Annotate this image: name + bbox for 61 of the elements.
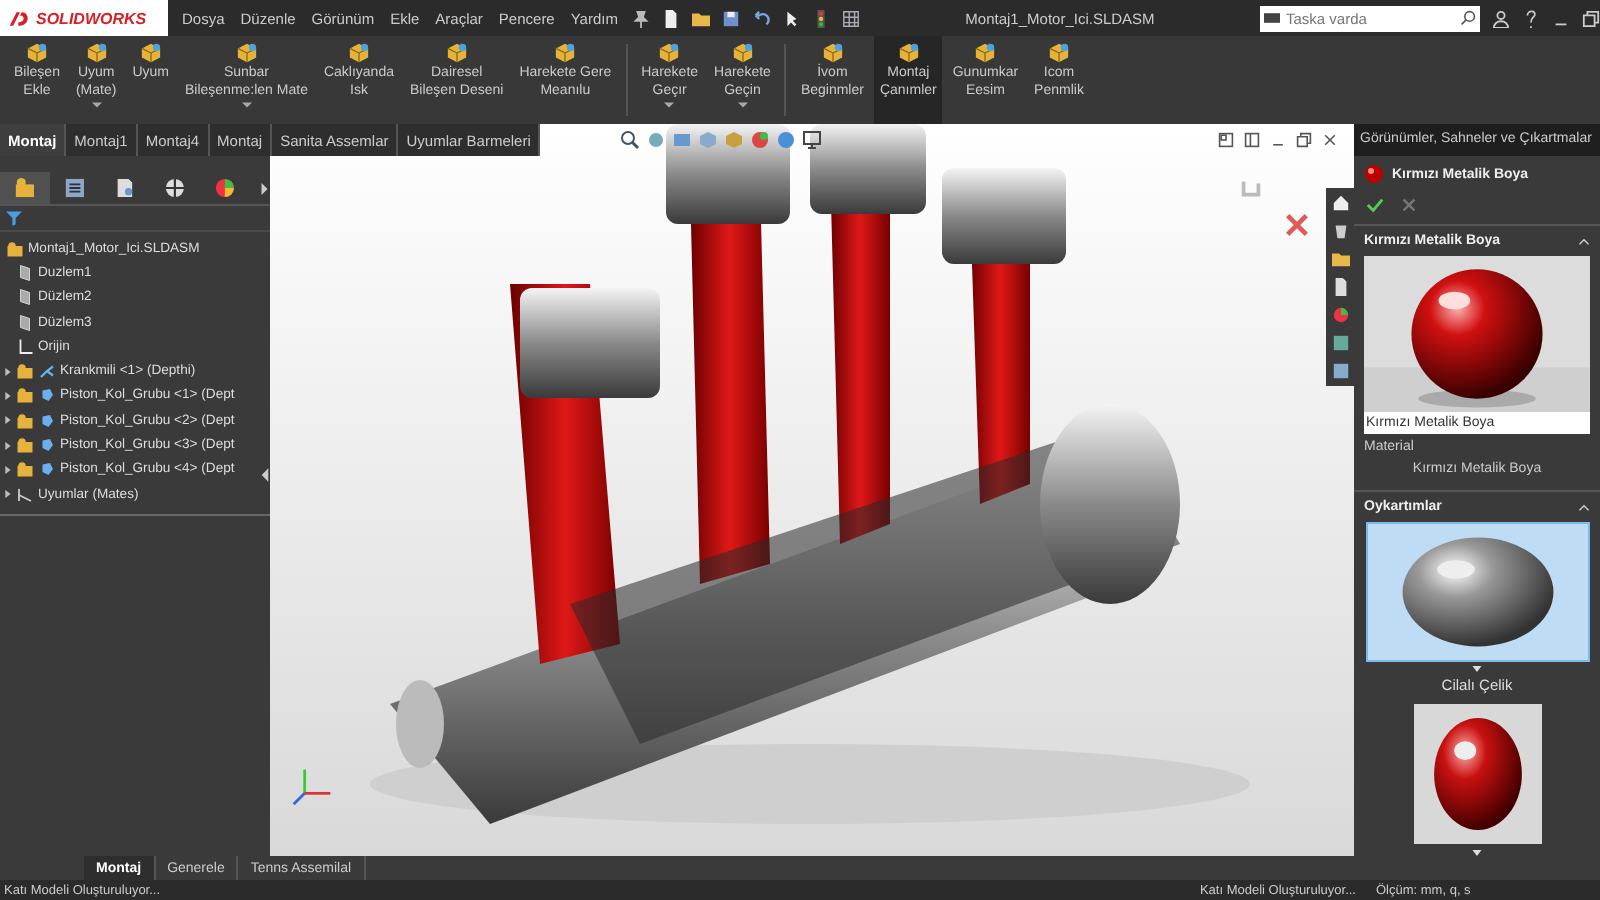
grid-icon[interactable] — [841, 9, 860, 27]
file-icon[interactable] — [1331, 278, 1349, 296]
close-icon[interactable] — [1284, 212, 1310, 238]
save-icon[interactable] — [721, 9, 740, 27]
color-wheel-icon[interactable] — [1331, 306, 1349, 324]
cube-icon — [658, 42, 681, 64]
folder-icon[interactable] — [1331, 250, 1349, 268]
collapse-icon[interactable] — [1578, 237, 1590, 245]
expand-arrow-icon[interactable] — [4, 490, 12, 499]
sphere-icon — [1364, 164, 1384, 184]
cube-icon — [235, 42, 258, 64]
close-icon[interactable] — [1322, 132, 1338, 148]
cube-icon — [974, 42, 997, 64]
caret-icon[interactable] — [241, 102, 252, 108]
expand-arrow-icon[interactable] — [4, 465, 12, 474]
caret-icon — [1472, 666, 1482, 672]
split-icon[interactable] — [1244, 132, 1260, 148]
traffic-light-icon[interactable] — [811, 9, 830, 27]
undo-icon[interactable] — [751, 9, 770, 27]
filter-icon[interactable] — [6, 210, 22, 226]
cube-icon — [139, 42, 162, 64]
expand-arrow-icon[interactable] — [4, 391, 12, 400]
help-icon[interactable] — [1522, 9, 1540, 27]
cube-icon — [445, 42, 468, 64]
restore-icon[interactable] — [1296, 132, 1312, 148]
caret-icon[interactable] — [91, 102, 102, 108]
cube-icon — [821, 42, 844, 64]
expand-arrow-icon[interactable] — [4, 416, 12, 425]
cube-icon — [347, 42, 370, 64]
tile-icon[interactable] — [1218, 132, 1234, 148]
new-document-icon[interactable] — [661, 9, 680, 27]
ds-logo-icon — [8, 9, 32, 27]
cube-icon — [85, 42, 108, 64]
cube-icon — [554, 42, 577, 64]
pin-icon[interactable] — [631, 9, 650, 27]
monitor-icon[interactable] — [802, 130, 822, 150]
mates-icon — [16, 485, 34, 504]
trash-icon[interactable] — [1331, 222, 1349, 240]
cube-icon — [731, 42, 754, 64]
keyboard-icon — [1264, 10, 1280, 26]
axis-triad-icon — [290, 764, 334, 808]
ok-icon[interactable] — [1366, 196, 1384, 214]
part-icon — [38, 362, 56, 381]
caret-icon[interactable] — [737, 102, 748, 108]
appearance-icon[interactable] — [750, 130, 770, 150]
origin-icon — [16, 337, 34, 356]
collapse-icon[interactable] — [1578, 503, 1590, 511]
cube-icon — [1048, 42, 1070, 64]
expand-arrow-icon[interactable] — [4, 367, 12, 376]
cube-icon — [25, 42, 48, 64]
search-icon[interactable] — [1460, 10, 1476, 26]
cancel-icon[interactable] — [1400, 196, 1418, 214]
home-icon[interactable] — [1331, 194, 1349, 212]
folder-icon[interactable] — [691, 9, 710, 27]
caret-icon[interactable] — [664, 102, 675, 108]
expand-arrow-icon[interactable] — [4, 441, 12, 450]
user-icon[interactable] — [1492, 9, 1510, 27]
zoom-icon[interactable] — [620, 130, 640, 150]
pointer-icon[interactable] — [781, 9, 800, 27]
cube-icon — [897, 42, 920, 64]
logo-text: SOLIDWORKS — [36, 9, 147, 27]
